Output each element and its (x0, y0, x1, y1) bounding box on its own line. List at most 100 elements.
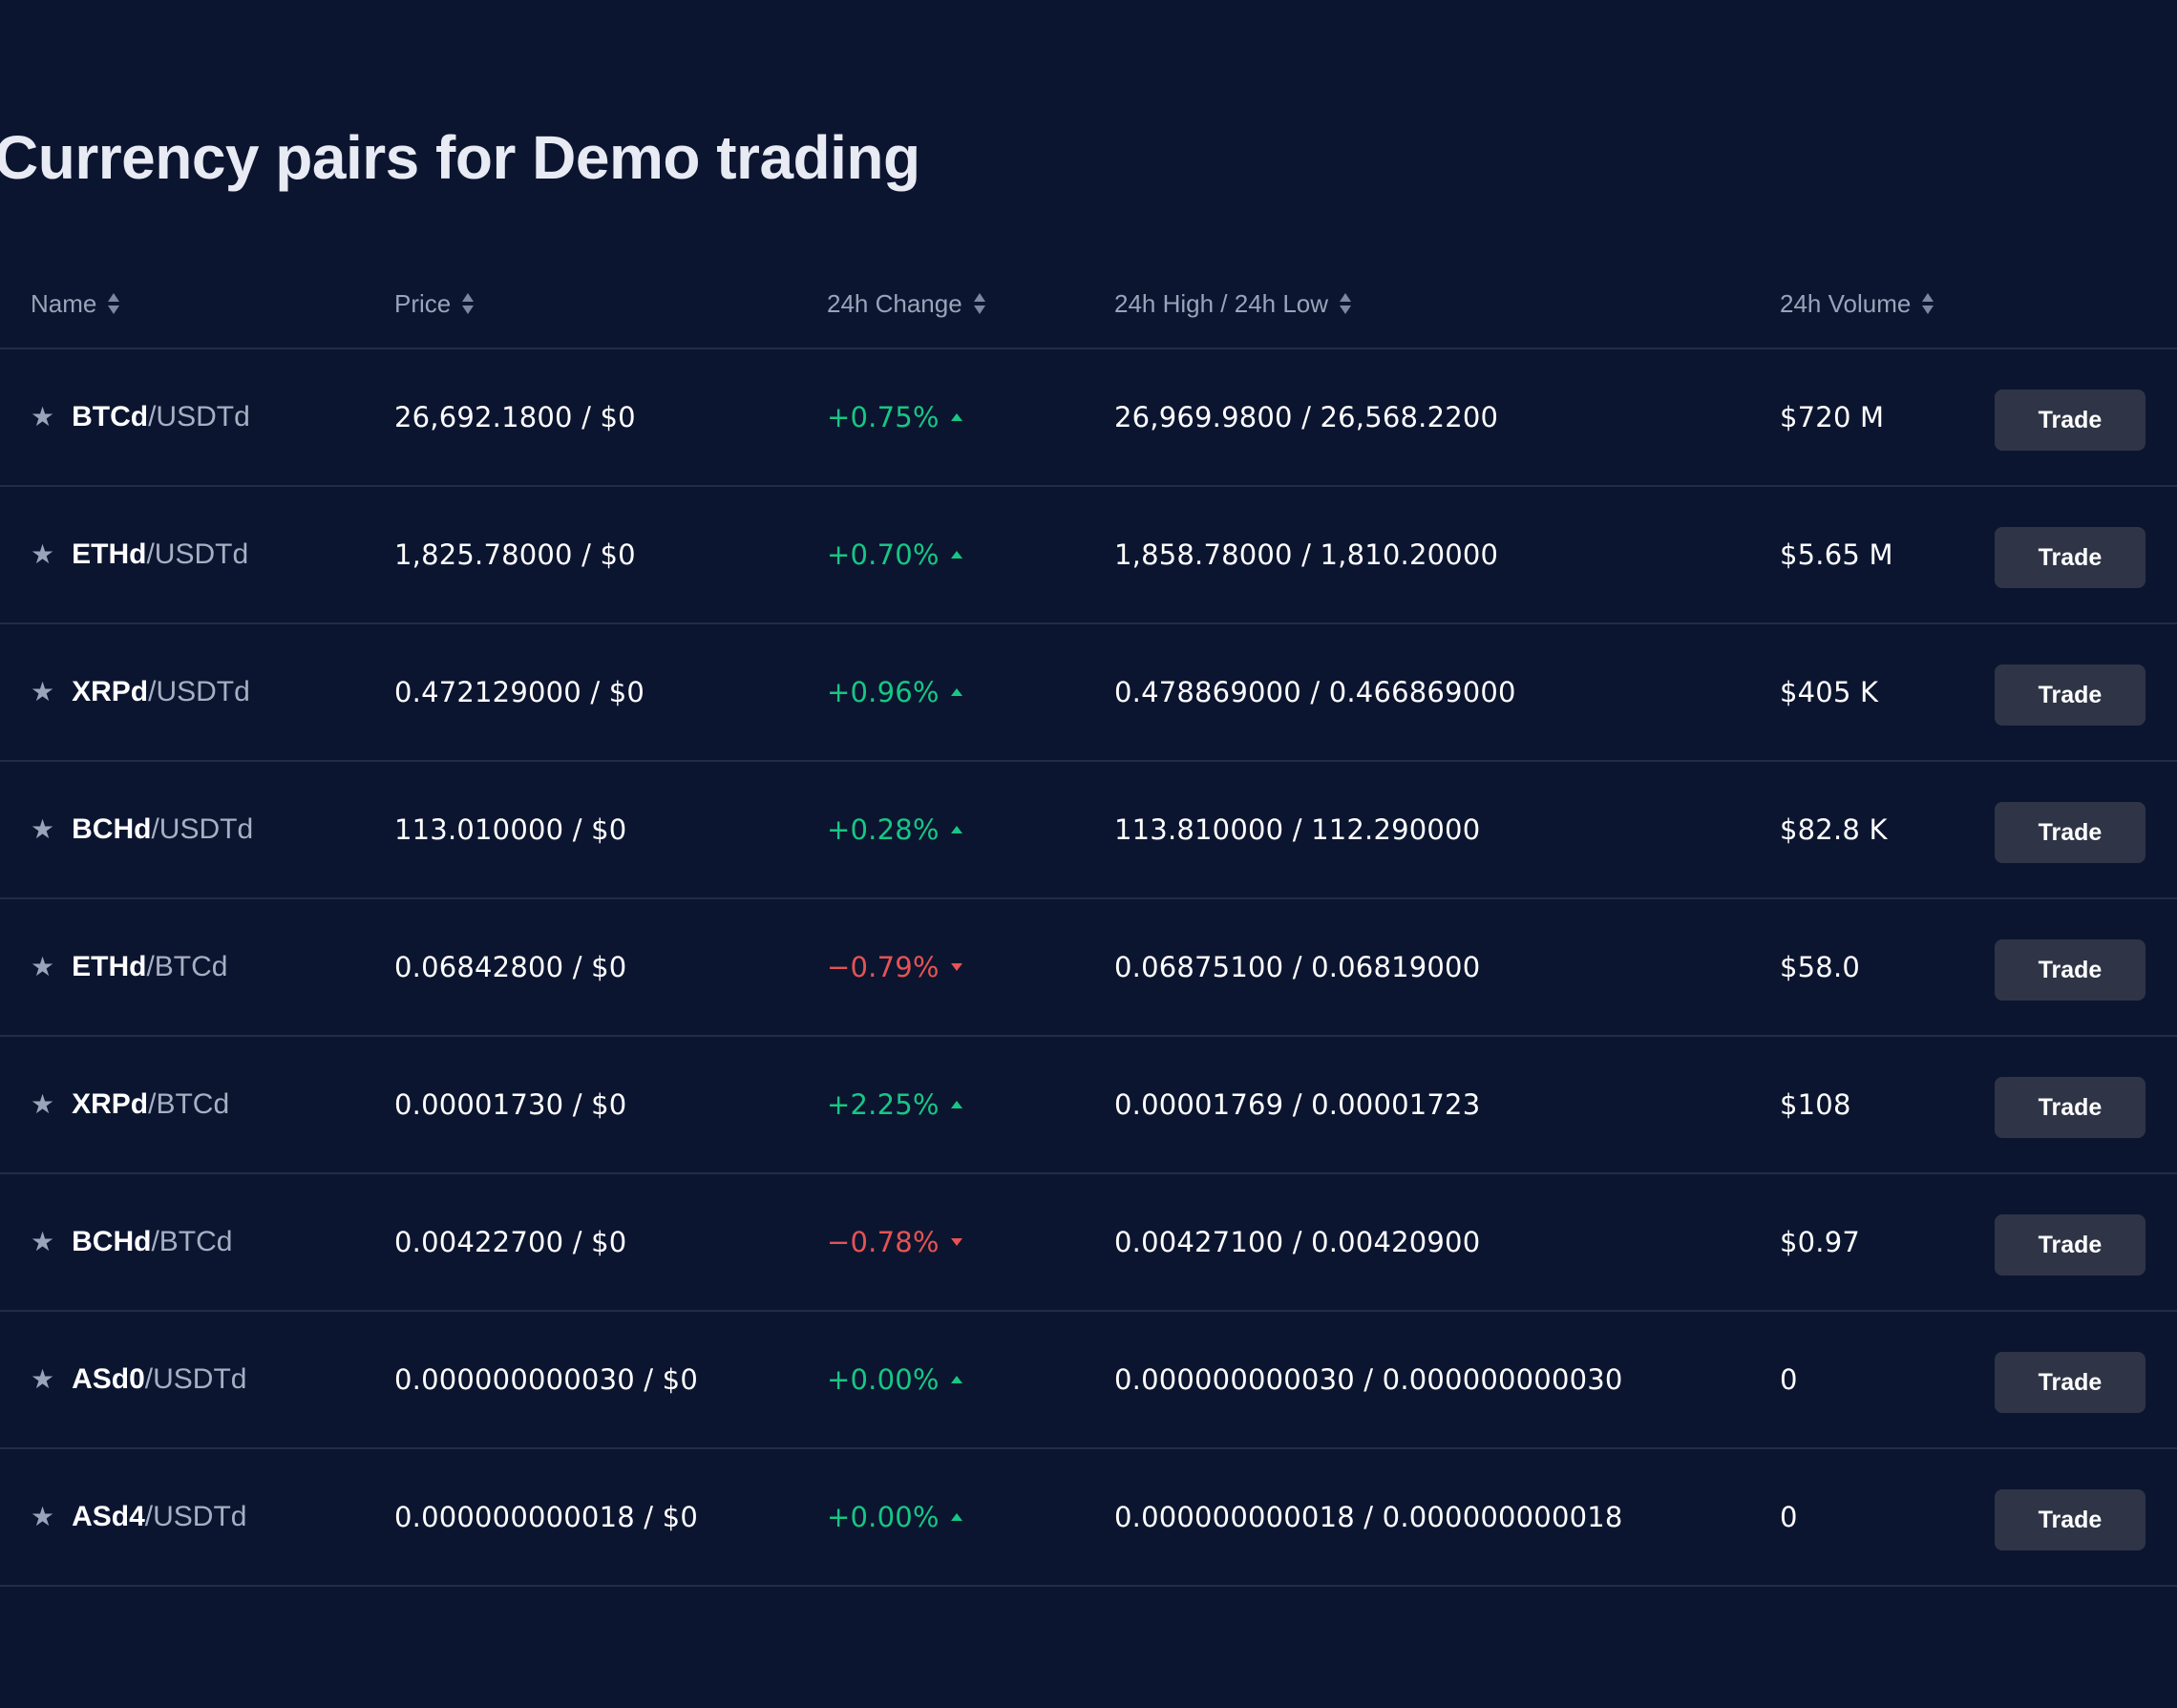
pair-quote: /BTCd (148, 1088, 230, 1120)
star-icon[interactable]: ★ (31, 816, 54, 843)
pair-base: BTCd (72, 401, 149, 432)
change-cell: +0.70% (827, 487, 962, 622)
column-header-label: 24h High / 24h Low (1114, 288, 1329, 318)
pair-base: XRPd (72, 1088, 149, 1120)
trade-button[interactable]: Trade (1995, 1489, 2145, 1550)
change-cell: +0.28% (827, 762, 962, 897)
table-row[interactable]: ★ XRPd/BTCd 0.00001730 / $0 +2.25% 0.0000176… (0, 1037, 2177, 1174)
table-row[interactable]: ★ ASd0/USDTd 0.000000000030 / $0 +0.00% 0.00… (0, 1312, 2177, 1449)
table-row[interactable]: ★ XRPd/USDTd 0.472129000 / $0 +0.96% 0.47886… (0, 624, 2177, 762)
sort-icon[interactable] (108, 291, 120, 316)
sort-icon[interactable] (973, 291, 985, 316)
column-header-label: 24h Change (827, 288, 962, 318)
star-icon[interactable]: ★ (31, 404, 54, 431)
pair-base: BCHd (72, 1226, 152, 1257)
table-row[interactable]: ★ ASd4/USDTd 0.000000000018 / $0 +0.00% 0.00… (0, 1449, 2177, 1587)
trade-button[interactable]: Trade (1995, 939, 2145, 1001)
price-value: 0.06842800 / $0 (394, 951, 627, 983)
arrow-up-icon (950, 826, 962, 833)
pair-quote: /USDTd (151, 813, 254, 845)
column-header-change[interactable]: 24h Change (827, 260, 985, 348)
star-icon[interactable]: ★ (31, 1229, 54, 1255)
pair-quote: /BTCd (146, 951, 228, 982)
pair-cell: ★ XRPd/BTCd (31, 1037, 229, 1172)
sort-icon[interactable] (1340, 291, 1352, 316)
change-value: +0.70% (827, 538, 940, 571)
change-cell: +0.00% (827, 1449, 962, 1585)
trade-button[interactable]: Trade (1995, 664, 2145, 726)
table-row[interactable]: ★ BCHd/USDTd 113.010000 / $0 +0.28% 113.8100… (0, 762, 2177, 899)
star-icon[interactable]: ★ (31, 1091, 54, 1118)
column-header-name[interactable]: Name (31, 260, 120, 348)
pair-base: XRPd (72, 676, 149, 707)
pair-cell: ★ ASd4/USDTd (31, 1449, 246, 1585)
high-low-value: 26,969.9800 / 26,568.2200 (1114, 401, 1499, 433)
table-row[interactable]: ★ BTCd/USDTd 26,692.1800 / $0 +0.75% 26,969.… (0, 349, 2177, 487)
arrow-up-icon (950, 1513, 962, 1521)
star-icon[interactable]: ★ (31, 1366, 54, 1393)
trade-button[interactable]: Trade (1995, 1214, 2145, 1276)
star-icon[interactable]: ★ (31, 679, 54, 706)
table-row[interactable]: ★ ETHd/USDTd 1,825.78000 / $0 +0.70% 1,858.7… (0, 487, 2177, 624)
table-row[interactable]: ★ ETHd/BTCd 0.06842800 / $0 −0.79% 0.0687510… (0, 899, 2177, 1037)
star-icon[interactable]: ★ (31, 954, 54, 981)
pair-base: ETHd (72, 538, 147, 570)
trade-button[interactable]: Trade (1995, 1352, 2145, 1413)
pair-quote: /USDTd (146, 538, 249, 570)
high-low-value: 113.810000 / 112.290000 (1114, 813, 1481, 846)
high-low-value: 0.000000000018 / 0.000000000018 (1114, 1501, 1623, 1533)
trade-button[interactable]: Trade (1995, 802, 2145, 863)
high-low-value: 0.00001769 / 0.00001723 (1114, 1088, 1481, 1121)
change-cell: −0.78% (827, 1174, 962, 1310)
price-value: 0.000000000018 / $0 (394, 1501, 698, 1533)
change-value: +2.25% (827, 1088, 940, 1121)
change-value: +0.75% (827, 401, 940, 433)
pair-cell: ★ BCHd/USDTd (31, 762, 253, 897)
pair-cell: ★ ETHd/USDTd (31, 487, 248, 622)
high-low-value: 0.00427100 / 0.00420900 (1114, 1226, 1481, 1258)
column-header-price[interactable]: Price (394, 260, 475, 348)
pair-base: ETHd (72, 951, 147, 982)
table-header: Name Price 24h Change 24h High / 24h Low… (0, 260, 2177, 349)
column-header-high-low[interactable]: 24h High / 24h Low (1114, 260, 1352, 348)
sort-icon[interactable] (1922, 291, 1934, 316)
arrow-down-icon (950, 963, 962, 971)
column-header-label: Price (394, 288, 452, 318)
pair-cell: ★ BCHd/BTCd (31, 1174, 232, 1310)
high-low-value: 0.478869000 / 0.466869000 (1114, 676, 1516, 708)
arrow-up-icon (950, 1376, 962, 1383)
trade-button[interactable]: Trade (1995, 527, 2145, 588)
change-value: +0.00% (827, 1363, 940, 1396)
column-header-volume[interactable]: 24h Volume (1780, 260, 1934, 348)
price-value: 26,692.1800 / $0 (394, 401, 636, 433)
table-row[interactable]: ★ BCHd/BTCd 0.00422700 / $0 −0.78% 0.0042710… (0, 1174, 2177, 1312)
pair-quote: /USDTd (148, 676, 250, 707)
price-value: 1,825.78000 / $0 (394, 538, 636, 571)
pair-base: BCHd (72, 813, 152, 845)
price-value: 0.472129000 / $0 (394, 676, 645, 708)
change-value: −0.78% (827, 1226, 940, 1258)
arrow-up-icon (950, 688, 962, 696)
pair-quote: /BTCd (151, 1226, 233, 1257)
pair-base: ASd0 (72, 1363, 145, 1395)
price-value: 0.000000000030 / $0 (394, 1363, 698, 1396)
arrow-down-icon (950, 1238, 962, 1246)
star-icon[interactable]: ★ (31, 1504, 54, 1530)
change-cell: +0.00% (827, 1312, 962, 1447)
volume-value: $58.0 (1780, 951, 1861, 983)
change-value: +0.28% (827, 813, 940, 846)
column-header-label: 24h Volume (1780, 288, 1912, 318)
volume-value: $82.8 K (1780, 813, 1888, 846)
volume-value: $108 (1780, 1088, 1851, 1121)
star-icon[interactable]: ★ (31, 541, 54, 568)
trade-button[interactable]: Trade (1995, 390, 2145, 451)
volume-value: $5.65 M (1780, 538, 1893, 571)
sort-icon[interactable] (462, 291, 475, 316)
table-body: ★ BTCd/USDTd 26,692.1800 / $0 +0.75% 26,969.… (0, 349, 2177, 1587)
arrow-up-icon (950, 413, 962, 421)
pair-base: ASd4 (72, 1501, 145, 1532)
currency-pairs-table: Name Price 24h Change 24h High / 24h Low… (0, 260, 2177, 1587)
pair-cell: ★ XRPd/USDTd (31, 624, 250, 760)
trade-button[interactable]: Trade (1995, 1077, 2145, 1138)
price-value: 0.00001730 / $0 (394, 1088, 627, 1121)
